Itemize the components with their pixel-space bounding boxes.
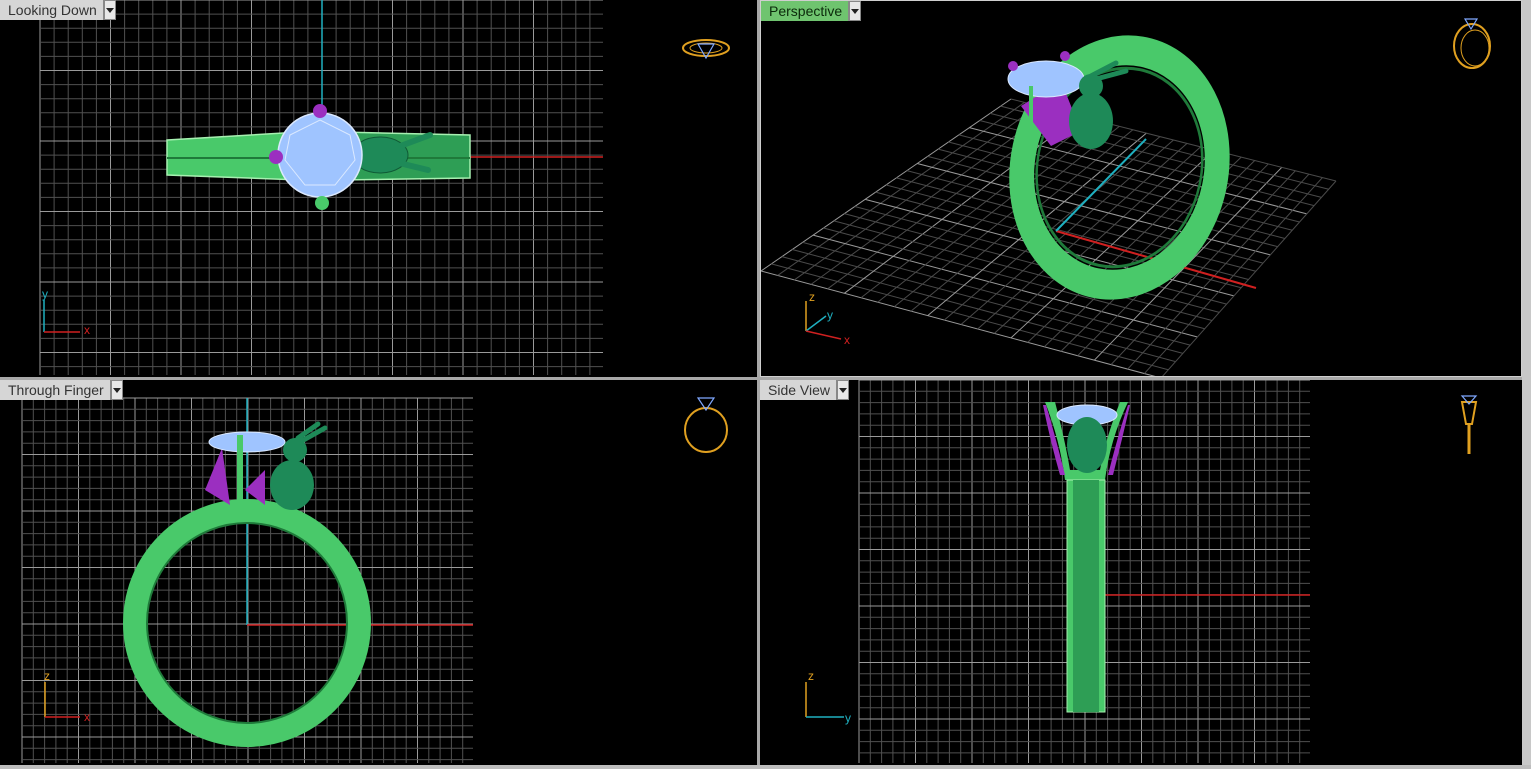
- ring-model-side: [1043, 402, 1130, 713]
- ring-model-top: [166, 104, 471, 210]
- viewport-tab-label[interactable]: Side View: [760, 380, 838, 400]
- viewport-menu-dropdown[interactable]: [849, 1, 862, 21]
- ring-top-gizmo-icon[interactable]: [682, 39, 730, 60]
- axis-label-x: x: [84, 323, 90, 337]
- viewport-tab-label[interactable]: Through Finger: [0, 380, 111, 400]
- perspective-scene: z y x: [761, 18, 1491, 376]
- viewport-tab-label[interactable]: Looking Down: [0, 0, 104, 20]
- axis-label-z: z: [44, 669, 50, 683]
- viewport-menu-dropdown[interactable]: [103, 0, 116, 20]
- viewport-through-finger[interactable]: Through Finger z x: [0, 380, 757, 765]
- axis-label-y: y: [42, 287, 48, 301]
- axis-label-x: x: [84, 710, 90, 724]
- ring-front-gizmo-icon[interactable]: [684, 397, 728, 453]
- viewport-tab-through-finger[interactable]: Through Finger: [0, 380, 123, 400]
- viewport-perspective[interactable]: Perspective z y x: [760, 0, 1522, 377]
- ring-perspective-gizmo-icon[interactable]: [1453, 18, 1491, 69]
- viewport-tab-perspective[interactable]: Perspective: [761, 1, 862, 21]
- axis-label-x: x: [844, 333, 850, 347]
- viewport-menu-dropdown[interactable]: [837, 380, 850, 400]
- viewport-tab-side-view[interactable]: Side View: [760, 380, 850, 400]
- chevron-down-icon: [105, 7, 114, 13]
- viewport-menu-dropdown[interactable]: [110, 380, 123, 400]
- axis-label-y: y: [845, 711, 851, 725]
- axis-label-y: y: [827, 308, 833, 322]
- front-scene: z x: [21, 397, 728, 763]
- axis-triad-side: z y: [805, 669, 851, 725]
- viewport-looking-down[interactable]: Looking Down y x: [0, 0, 757, 377]
- chevron-down-icon: [839, 387, 848, 393]
- axis-label-z: z: [808, 669, 814, 683]
- axis-triad-perspective: z y x: [805, 290, 850, 347]
- axis-label-z: z: [809, 290, 815, 304]
- chevron-down-icon: [851, 8, 860, 14]
- window-edge-bottom: [0, 765, 1531, 769]
- ring-side-gizmo-icon[interactable]: [1460, 395, 1478, 454]
- side-scene: z y: [805, 380, 1478, 763]
- viewport-side-view[interactable]: Side View z y: [760, 380, 1522, 765]
- viewport-tab-label[interactable]: Perspective: [761, 1, 850, 21]
- top-scene: y x: [39, 0, 730, 375]
- window-edge: [1522, 0, 1531, 769]
- viewport-tab-looking-down[interactable]: Looking Down: [0, 0, 116, 20]
- chevron-down-icon: [112, 387, 121, 393]
